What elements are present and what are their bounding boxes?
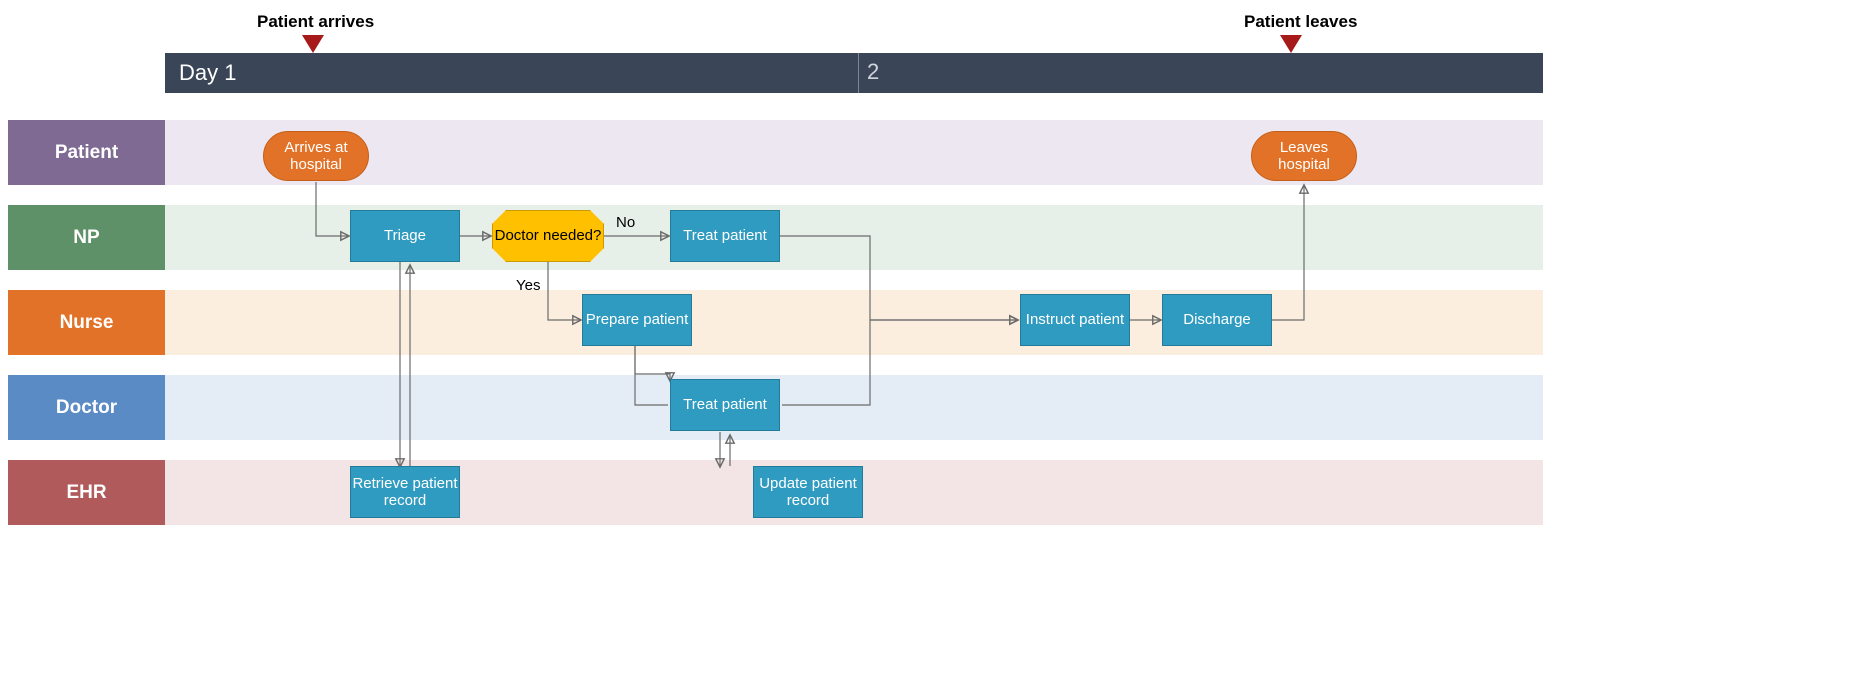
lane-label-text: Patient [55, 142, 118, 164]
edge-label-no: No [616, 214, 635, 231]
lane-body-doctor [165, 375, 1543, 440]
timeline-bar: Day 1 2 [165, 53, 1543, 93]
marker-leave-icon [1280, 35, 1302, 53]
node-label: Doctor needed? [495, 227, 602, 244]
swimlane-diagram: Patient arrives Patient leaves Day 1 2 P… [0, 0, 1861, 673]
timeline-day1-label: Day 1 [165, 60, 236, 86]
node-discharge: Discharge [1162, 294, 1272, 346]
lane-label-patient: Patient [8, 120, 165, 185]
lane-label-ehr: EHR [8, 460, 165, 525]
node-treat-doctor: Treat patient [670, 379, 780, 431]
event-label-arrive: Patient arrives [257, 12, 374, 32]
lane-label-text: Nurse [60, 312, 114, 334]
node-label: Triage [384, 227, 426, 244]
lane-label-text: NP [73, 227, 99, 249]
node-update-record: Update patient record [753, 466, 863, 518]
node-label: Prepare patient [586, 311, 689, 328]
node-prepare: Prepare patient [582, 294, 692, 346]
node-leaves: Leaves hospital [1251, 131, 1357, 181]
lane-label-text: Doctor [56, 397, 117, 419]
node-label: Discharge [1183, 311, 1251, 328]
timeline-day2-label: 2 [867, 59, 879, 85]
lane-label-doctor: Doctor [8, 375, 165, 440]
node-label: Treat patient [683, 396, 767, 413]
timeline-divider [858, 53, 859, 93]
node-label: Leaves hospital [1264, 139, 1344, 174]
lane-label-np: NP [8, 205, 165, 270]
edge-label-yes: Yes [516, 277, 540, 294]
node-triage: Triage [350, 210, 460, 262]
lane-body-nurse [165, 290, 1543, 355]
node-arrives: Arrives at hospital [263, 131, 369, 181]
node-label: Retrieve patient record [351, 475, 459, 510]
node-instruct: Instruct patient [1020, 294, 1130, 346]
node-label: Update patient record [754, 475, 862, 510]
node-label: Treat patient [683, 227, 767, 244]
node-label: Arrives at hospital [276, 139, 356, 174]
marker-arrive-icon [302, 35, 324, 53]
node-retrieve-record: Retrieve patient record [350, 466, 460, 518]
lane-label-nurse: Nurse [8, 290, 165, 355]
event-label-leave: Patient leaves [1244, 12, 1357, 32]
node-doctor-needed: Doctor needed? [492, 210, 604, 262]
lane-label-text: EHR [66, 482, 106, 504]
node-treat-np: Treat patient [670, 210, 780, 262]
node-label: Instruct patient [1026, 311, 1124, 328]
